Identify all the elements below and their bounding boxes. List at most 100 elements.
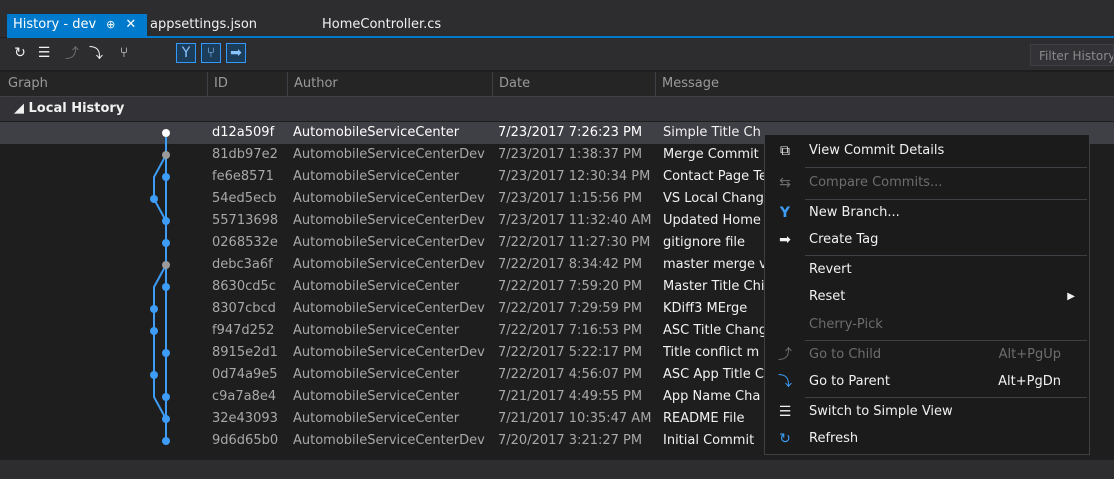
commit-author: AutomobileServiceCenter [293,125,460,140]
graph-node-head [162,129,170,137]
show-first-parent-icon[interactable]: ⑂ [114,43,134,63]
commit-date: 7/22/2017 8:34:42 PM [498,257,643,272]
pin-icon[interactable]: ⊕ [106,18,115,31]
menu-reset[interactable]: Reset ▶ [765,283,1089,311]
commit-author: AutomobileServiceCenter [293,411,460,426]
menu-go-to-child[interactable]: ⤴ Go to Child Alt+PgUp [765,341,1089,369]
commit-id: 54ed5ecb [212,191,277,206]
commit-author: AutomobileServiceCenterDev [293,235,485,250]
commit-date: 7/23/2017 1:15:56 PM [498,191,643,206]
go-to-parent-icon: ⤵ [778,374,792,390]
commit-date: 7/22/2017 7:29:59 PM [498,301,643,316]
graph-node [150,195,158,203]
commit-date: 7/23/2017 12:30:34 PM [498,169,651,184]
commit-author: AutomobileServiceCenterDev [293,301,485,316]
tab-history-dev[interactable]: History - dev ⊕ ✕ [7,14,147,36]
filter-history-input[interactable]: Filter History [1030,44,1114,66]
menu-create-tag[interactable]: ➡ Create Tag [765,226,1089,254]
commit-author: AutomobileServiceCenterDev [293,433,485,448]
local-history-group[interactable]: ◢ Local History [0,97,1114,121]
commit-date: 7/22/2017 5:22:17 PM [498,345,643,360]
commit-author: AutomobileServiceCenterDev [293,345,485,360]
graph-node [162,173,170,181]
menu-view-commit-details[interactable]: ⧉ View Commit Details [765,137,1089,165]
graph-node [150,371,158,379]
commit-id: f947d252 [212,323,275,338]
column-message[interactable]: Message [655,72,719,96]
menu-compare-commits[interactable]: ⇆ Compare Commits... [765,169,1089,197]
menu-new-branch[interactable]: Y New Branch... [765,199,1089,227]
simple-view-list-icon[interactable]: ☰ [34,43,54,63]
column-date[interactable]: Date [492,72,530,96]
graph-node [150,327,158,335]
commit-id: c9a7a8e4 [212,389,277,404]
submenu-arrow-icon: ▶ [1067,291,1075,302]
graph-node [162,437,170,445]
commit-author: AutomobileServiceCenter [293,323,460,338]
go-to-child-icon: ⤴ [778,347,792,363]
commit-date: 7/21/2017 10:35:47 AM [498,411,652,426]
graph-node [162,283,170,291]
commit-author: AutomobileServiceCenter [293,279,460,294]
commit-id: 8915e2d1 [212,345,278,360]
commit-id: 32e43093 [212,411,278,426]
graph-node-merge [162,151,170,159]
commit-id: 9d6d65b0 [212,433,279,448]
commit-id: d12a509f [212,125,275,140]
close-icon[interactable]: ✕ [125,17,136,32]
tab-history-label: History - dev [13,17,97,32]
refresh-icon: ↻ [779,431,791,447]
commit-id: 81db97e2 [212,147,278,162]
commit-id: 0d74a9e5 [212,367,278,382]
commit-author: AutomobileServiceCenterDev [293,147,485,162]
commit-date: 7/21/2017 4:49:55 PM [498,389,643,404]
commit-date: 7/22/2017 4:56:07 PM [498,367,643,382]
branch-icon: Y [779,205,791,221]
commit-date: 7/22/2017 11:27:30 PM [498,235,651,250]
menu-switch-simple-view[interactable]: ☰ Switch to Simple View [765,398,1089,426]
menu-go-to-parent[interactable]: ⤵ Go to Parent Alt+PgDn [765,368,1089,396]
commit-context-menu: ⧉ View Commit Details ⇆ Compare Commits.… [764,134,1090,455]
commit-author: AutomobileServiceCenter [293,389,460,404]
menu-separator [805,167,1087,168]
menu-cherry-pick[interactable]: Cherry-Pick [765,311,1089,339]
commit-author: AutomobileServiceCenter [293,169,460,184]
tab-homecontroller[interactable]: HomeController.cs [322,14,441,36]
commit-graph [150,129,170,445]
show-tags-icon[interactable]: ➡ [226,43,246,63]
graph-node [162,239,170,247]
commit-author: AutomobileServiceCenterDev [293,257,485,272]
commit-date: 7/23/2017 1:38:37 PM [498,147,643,162]
tab-homecontroller-label: HomeController.cs [322,17,442,32]
commit-date: 7/23/2017 7:26:23 PM [498,125,643,140]
column-graph[interactable]: Graph [0,72,48,96]
refresh-icon[interactable]: ↻ [10,43,30,63]
go-to-parent-icon[interactable]: ⤵ [86,43,106,63]
history-toolbar: ↻ ☰ ⤴ ⤵ ⑂ Y ⑂ ➡ [0,38,1114,70]
commit-id: 55713698 [212,213,279,228]
local-history-label: ◢ Local History [14,101,125,116]
show-remote-branches-icon[interactable]: ⑂ [201,43,221,63]
commit-author: AutomobileServiceCenterDev [293,213,485,228]
commit-date: 7/20/2017 3:21:27 PM [498,433,643,448]
graph-node [150,305,158,313]
commit-date: 7/22/2017 7:16:53 PM [498,323,643,338]
commit-id: 0268532e [212,235,278,250]
commit-id: 8630cd5c [212,279,276,294]
column-id[interactable]: ID [207,72,228,96]
commit-details-icon: ⧉ [780,143,790,159]
go-to-child-icon[interactable]: ⤴ [62,43,82,63]
list-view-icon: ☰ [778,404,792,420]
commit-author: AutomobileServiceCenterDev [293,191,485,206]
show-branches-icon[interactable]: Y [176,43,196,63]
column-author[interactable]: Author [287,72,338,96]
commit-date: 7/22/2017 7:59:20 PM [498,279,643,294]
commit-id: 8307cbcd [212,301,276,316]
menu-revert[interactable]: Revert [765,256,1089,284]
column-header-row: Graph ID Author Date Message [0,72,1114,97]
tab-appsettings[interactable]: appsettings.json [150,14,257,36]
tab-appsettings-label: appsettings.json [150,17,258,32]
commit-author: AutomobileServiceCenter [293,367,460,382]
menu-refresh[interactable]: ↻ Refresh [765,425,1089,453]
commit-id: debc3a6f [212,257,273,272]
